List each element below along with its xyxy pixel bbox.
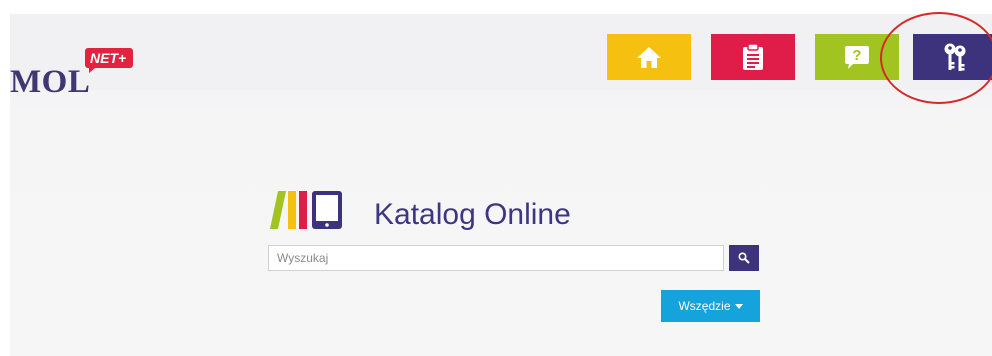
- list-button[interactable]: [711, 34, 795, 80]
- search-field[interactable]: [268, 245, 724, 271]
- search-input[interactable]: [269, 246, 723, 270]
- books-tablet-icon: [270, 191, 342, 229]
- home-button[interactable]: [607, 34, 691, 80]
- logo[interactable]: MOL NET+: [10, 38, 170, 100]
- help-button[interactable]: ?: [815, 34, 899, 80]
- scope-dropdown[interactable]: Wszędzie: [661, 290, 760, 322]
- logo-badge: NET+: [85, 48, 134, 73]
- question-bubble-icon: ?: [845, 46, 869, 69]
- clipboard-list-icon: [743, 43, 763, 70]
- search-icon: [738, 252, 750, 264]
- keys-icon: [944, 43, 966, 71]
- home-icon: [637, 47, 661, 68]
- logo-text: MOL: [10, 64, 91, 100]
- caret-down-icon: [734, 303, 743, 309]
- search-button[interactable]: [729, 245, 759, 271]
- catalog-brand: Katalog Online: [268, 187, 628, 235]
- login-button[interactable]: [913, 34, 992, 80]
- catalog-title: Katalog Online: [374, 198, 571, 231]
- svg-text:?: ?: [852, 47, 861, 64]
- scope-label: Wszędzie: [678, 299, 731, 313]
- header: MOL NET+ ?: [10, 14, 992, 100]
